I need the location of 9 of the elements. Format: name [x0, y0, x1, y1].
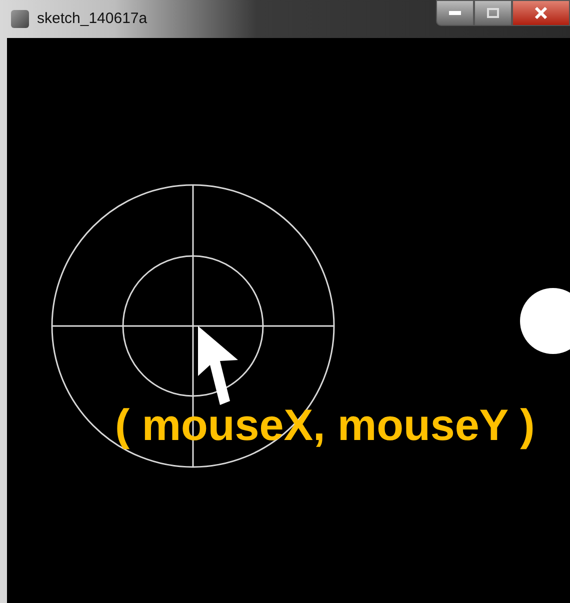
minimize-button[interactable]	[436, 0, 474, 26]
close-button[interactable]	[512, 0, 570, 26]
maximize-icon	[487, 8, 499, 18]
minimize-icon	[449, 11, 461, 15]
cursor-icon	[198, 326, 238, 405]
window-title: sketch_140617a	[37, 8, 148, 29]
maximize-button[interactable]	[474, 0, 512, 26]
app-icon	[11, 10, 29, 28]
close-icon	[534, 7, 548, 19]
